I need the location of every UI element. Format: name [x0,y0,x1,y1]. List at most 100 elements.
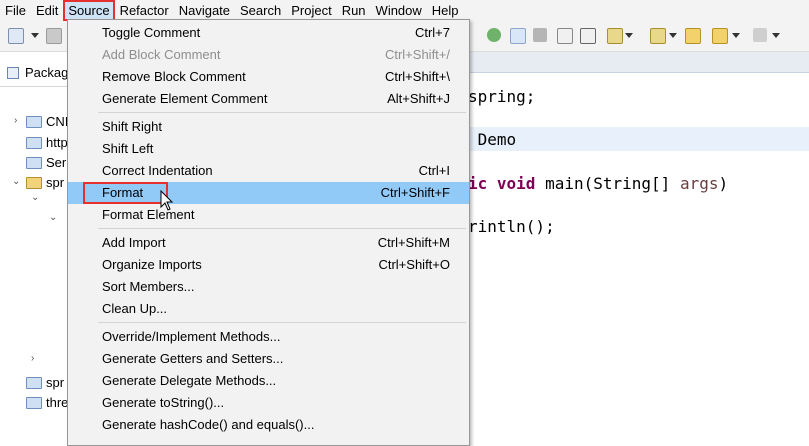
save-icon[interactable] [46,28,62,44]
menu-item-generate-getters-and-setters[interactable]: Generate Getters and Setters... [68,348,469,370]
package-explorer-tab[interactable]: Packag [0,60,68,87]
package-explorer-tab-label: Packag [25,65,69,80]
menu-separator [98,228,466,229]
expand-toggle-icon[interactable]: › [14,115,17,126]
menu-item-remove-block-comment[interactable]: Remove Block Comment Ctrl+Shift+\ [68,66,469,88]
menu-item-label: Generate Element Comment [102,91,268,106]
menu-item-shortcut: Ctrl+I [418,163,450,178]
menu-item-organize-imports[interactable]: Organize Imports Ctrl+Shift+O [68,254,469,276]
toggle-word-wrap-icon[interactable] [533,28,547,42]
tree-item-label: CNI [46,114,69,129]
menu-item-label: Generate Delegate Methods... [102,373,277,388]
menu-window[interactable]: Window [371,0,427,21]
editor-tab-bar [468,52,809,73]
menu-item-label: Generate hashCode() and equals()... [102,417,315,432]
folder-icon [26,137,42,149]
menu-item-shortcut: Ctrl+Shift+O [378,257,450,272]
menu-file[interactable]: File [0,0,31,21]
menu-item-label: Add Import [102,235,166,250]
next-annotation-icon[interactable] [607,28,623,44]
last-edit-location-icon[interactable] [685,28,701,44]
folder-icon [26,397,42,409]
package-explorer-icon [7,67,19,79]
menu-item-shift-left[interactable]: Shift Left [68,138,469,160]
new-icon[interactable] [8,28,24,44]
menu-item-generate-tostring[interactable]: Generate toString()... [68,392,469,414]
menu-item-shortcut: Alt+Shift+J [387,91,450,106]
current-line-highlight [468,127,809,151]
menu-item-shortcut: Ctrl+Shift+M [377,235,450,250]
menu-source[interactable]: Source [63,0,115,21]
folder-icon [26,157,42,169]
menu-item-generate-delegate-methods[interactable]: Generate Delegate Methods... [68,370,469,392]
menu-separator [98,322,466,323]
menu-item-shortcut: Ctrl+Shift+\ [384,69,450,84]
menu-item-generate-hashcode-and-equals[interactable]: Generate hashCode() and equals()... [68,414,469,436]
forward-dropdown-icon[interactable] [772,33,780,38]
menu-separator [98,112,466,113]
menu-project[interactable]: Project [286,0,336,21]
run-icon[interactable] [487,28,501,42]
menu-navigate[interactable]: Navigate [174,0,235,21]
package-explorer: Packag › CNI http Ser ⌄ spr spr thre ⌄ ⌄ › [0,52,68,440]
tree-item-label: thre [46,395,69,410]
menu-item-sort-members[interactable]: Sort Members... [68,276,469,298]
menu-item-add-block-comment[interactable]: Add Block Comment Ctrl+Shift+/ [68,44,469,66]
menu-item-override-implement-methods[interactable]: Override/Implement Methods... [68,326,469,348]
menu-item-shift-right[interactable]: Shift Right [68,116,469,138]
new-dropdown-icon[interactable] [31,33,39,38]
menu-search[interactable]: Search [235,0,286,21]
code-line-1: spring; [468,87,536,106]
menu-item-label: Generate toString()... [102,395,225,410]
tree-item-label: spr [46,175,65,190]
expand-toggle-icon[interactable]: ⌄ [49,212,57,223]
expand-toggle-icon[interactable]: › [31,353,34,364]
menu-edit[interactable]: Edit [31,0,63,21]
menu-item-label: Generate Getters and Setters... [102,351,284,366]
menu-item-correct-indentation[interactable]: Correct Indentation Ctrl+I [68,160,469,182]
menu-item-generate-element-comment[interactable]: Generate Element Comment Alt+Shift+J [68,88,469,110]
menu-item-format-element[interactable]: Format Element [68,204,469,226]
menu-item-toggle-comment[interactable]: Toggle Comment Ctrl+7 [68,22,469,44]
next-annotation-dropdown-icon[interactable] [625,33,633,38]
menu-item-label: Remove Block Comment [102,69,246,84]
menu-item-label: Add Block Comment [102,47,221,62]
format-highlight-box [83,182,168,204]
expand-toggle-icon[interactable]: ⌄ [31,192,39,203]
previous-annotation-dropdown-icon[interactable] [669,33,677,38]
folder-icon [26,377,42,389]
menu-run[interactable]: Run [337,0,371,21]
code-line-4: rintln(); [468,217,555,236]
menu-item-shortcut: Ctrl+Shift+/ [384,47,450,62]
code-line-3: ic void main(String[] args) [468,174,729,193]
previous-annotation-icon[interactable] [650,28,666,44]
back-dropdown-icon[interactable] [732,33,740,38]
menu-item-label: Sort Members... [102,279,195,294]
mark-occurrences-icon[interactable] [510,28,526,44]
tree-item-label: http [46,135,68,150]
menu-help[interactable]: Help [427,0,464,21]
code-editor[interactable]: spring; Demo ic void main(String[] args)… [468,52,809,440]
menu-item-label: Correct Indentation [102,163,213,178]
folder-icon [26,177,42,189]
tree-item-label: Ser [46,155,67,170]
paragraph-icon[interactable] [580,28,596,44]
back-icon[interactable] [712,28,728,44]
menu-refactor[interactable]: Refactor [115,0,174,21]
forward-icon[interactable] [753,28,767,42]
expand-toggle-icon[interactable]: ⌄ [12,176,20,187]
tree-item-label: spr [46,375,65,390]
menu-item-label: Toggle Comment [102,25,201,40]
menu-item-label: Shift Right [102,119,162,134]
folder-icon [26,116,42,128]
code-line-2: Demo [468,130,517,149]
menu-item-label: Clean Up... [102,301,168,316]
mouse-cursor-icon [160,190,174,211]
menu-item-label: Format Element [102,207,195,222]
show-whitespace-icon[interactable] [557,28,573,44]
source-menu-dropdown: Toggle Comment Ctrl+7 Add Block Comment Ctr… [67,19,470,446]
menu-item-label: Organize Imports [102,257,202,272]
menu-item-add-import[interactable]: Add Import Ctrl+Shift+M [68,232,469,254]
menu-bar: File Edit Source Refactor Navigate Search Proj… [0,0,809,21]
menu-item-clean-up[interactable]: Clean Up... [68,298,469,320]
